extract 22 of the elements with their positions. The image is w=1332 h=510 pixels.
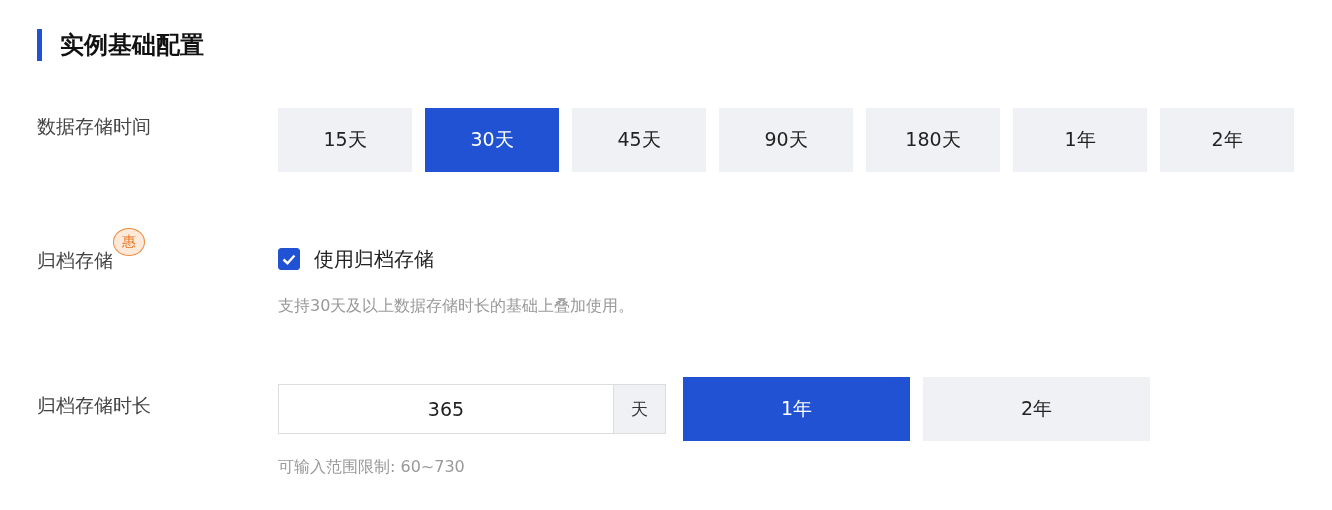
duration-option[interactable]: 1年 (683, 377, 910, 441)
duration-option[interactable]: 180天 (866, 108, 1000, 172)
duration-option[interactable]: 2年 (923, 377, 1150, 441)
duration-option[interactable]: 15天 (278, 108, 412, 172)
checkbox[interactable] (278, 248, 300, 270)
checkmark-icon (282, 253, 296, 265)
duration-option[interactable]: 30天 (425, 108, 559, 172)
duration-option[interactable]: 90天 (719, 108, 853, 172)
duration-input[interactable]: 365 (278, 384, 613, 434)
discount-badge: 惠 (113, 228, 145, 256)
hint-text: 可输入范围限制: 60~730 (278, 457, 466, 478)
field-label: 数据存储时间 (37, 114, 151, 139)
duration-option[interactable]: 45天 (572, 108, 706, 172)
unit-label: 天 (613, 384, 666, 434)
duration-option[interactable]: 1年 (1013, 108, 1147, 172)
section-title: 实例基础配置 (60, 30, 204, 61)
duration-option[interactable]: 2年 (1160, 108, 1294, 172)
section-accent-bar (37, 29, 42, 61)
field-label: 归档存储 (37, 248, 113, 273)
field-label: 归档存储时长 (37, 393, 151, 418)
checkbox-label: 使用归档存储 (314, 245, 434, 273)
hint-text: 支持30天及以上数据存储时长的基础上叠加使用。 (278, 296, 636, 317)
